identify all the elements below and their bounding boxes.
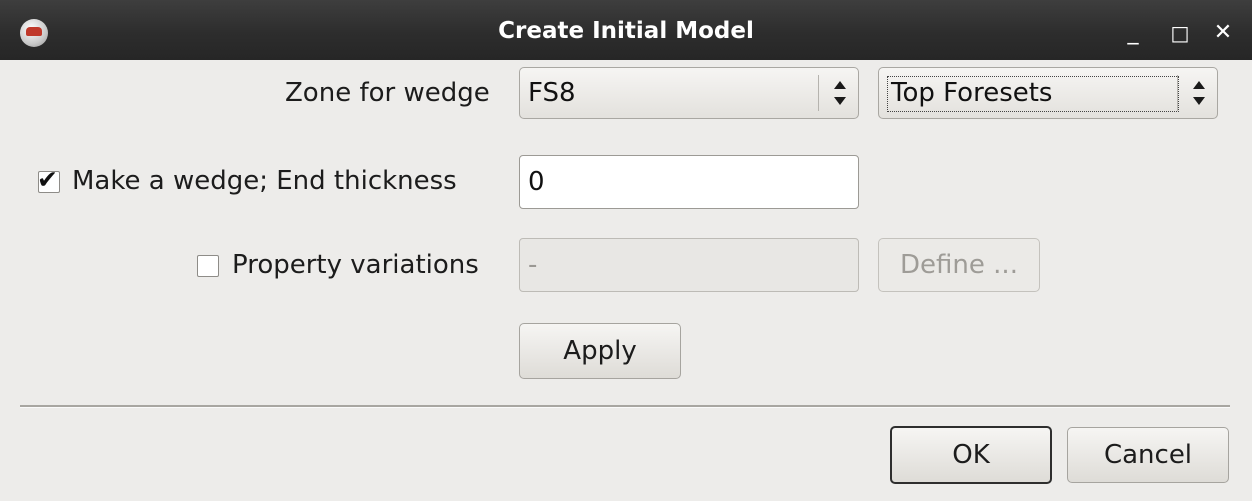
close-button[interactable]: ✕ [1208, 14, 1238, 50]
zone-select-value: FS8 [528, 78, 576, 108]
ok-button-label: OK [952, 440, 990, 470]
property-variations-value: - [528, 250, 538, 280]
property-variations-checkbox[interactable] [197, 255, 219, 277]
zone-select[interactable]: FS8 [519, 67, 859, 119]
property-variations-input: - [519, 238, 859, 292]
end-thickness-input[interactable]: 0 [519, 155, 859, 209]
title-bar[interactable]: Create Initial Model _ □ ✕ [0, 0, 1252, 60]
check-icon: ✔ [37, 165, 58, 194]
combo-separator [1177, 75, 1178, 111]
make-wedge-label[interactable]: Make a wedge; End thickness [72, 166, 457, 196]
apply-button[interactable]: Apply [519, 323, 681, 379]
end-thickness-value: 0 [528, 167, 545, 197]
property-variations-label[interactable]: Property variations [232, 250, 479, 280]
define-button: Define ... [878, 238, 1040, 292]
maximize-button[interactable]: □ [1165, 14, 1195, 50]
apply-button-label: Apply [563, 336, 637, 366]
zone-for-wedge-label: Zone for wedge [285, 78, 490, 108]
cancel-button-label: Cancel [1103, 440, 1193, 470]
horizon-select-value: Top Foresets [891, 78, 1053, 108]
window-title: Create Initial Model [498, 18, 754, 44]
horizon-select[interactable]: Top Foresets [878, 67, 1218, 119]
dialog-window: Create Initial Model _ □ ✕ Zone for wedg… [0, 0, 1252, 501]
updown-arrows-icon [1192, 81, 1206, 105]
divider [20, 405, 1230, 408]
define-button-label: Define ... [900, 250, 1018, 280]
ok-button[interactable]: OK [890, 426, 1052, 484]
combo-separator [818, 75, 819, 111]
minimize-button[interactable]: _ [1118, 14, 1148, 50]
make-wedge-checkbox[interactable]: ✔ [37, 165, 60, 194]
cancel-button[interactable]: Cancel [1067, 427, 1229, 483]
updown-arrows-icon [833, 81, 847, 105]
